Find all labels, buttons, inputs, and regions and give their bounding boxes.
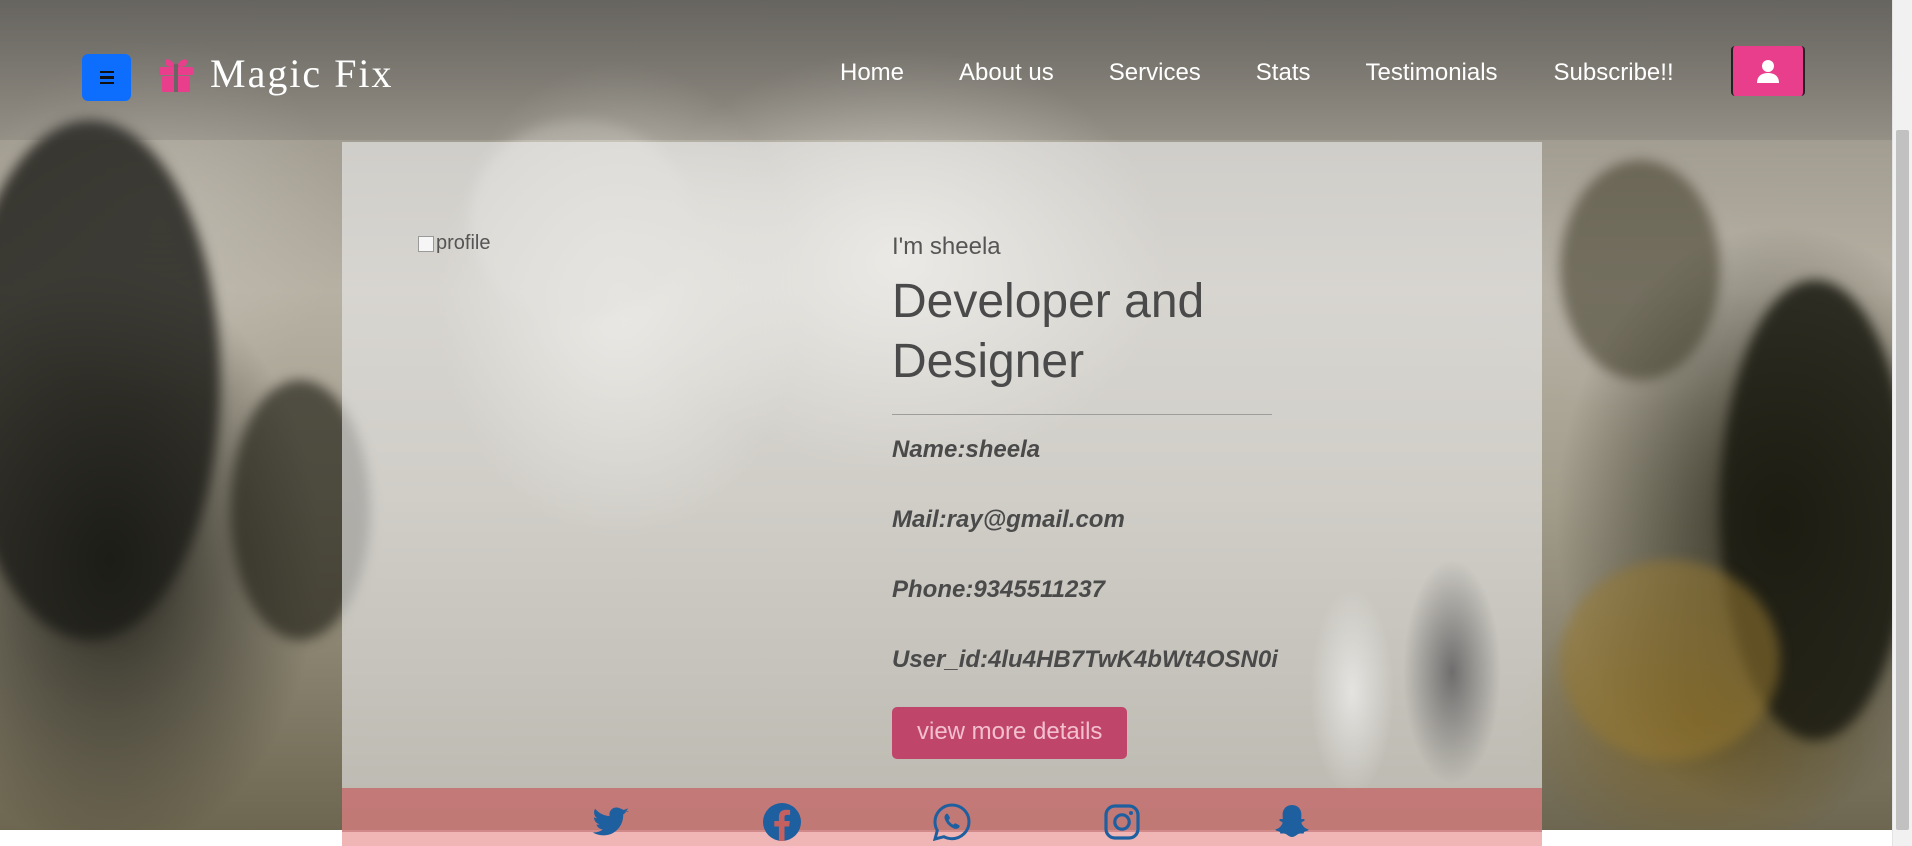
instagram-icon[interactable] (1102, 802, 1142, 842)
main-nav: Home About us Services Stats Testimonial… (840, 56, 1674, 90)
gift-icon (159, 58, 193, 92)
divider (892, 414, 1272, 415)
user-account-button[interactable] (1731, 46, 1805, 96)
nav-about-us[interactable]: About us (959, 56, 1054, 90)
hamburger-icon (99, 70, 114, 85)
broken-image-icon (418, 235, 434, 252)
profile-name: Name:sheela (892, 436, 1041, 463)
brand-name: Magic Fix (210, 51, 394, 96)
page-scrollbar[interactable] (1892, 0, 1912, 846)
nav-testimonials[interactable]: Testimonials (1366, 56, 1498, 90)
greeting: I'm sheela (892, 233, 1001, 260)
facebook-icon[interactable] (762, 802, 802, 842)
profile-user-id: User_id:4lu4HB7TwK4bWt4OSN0i (892, 646, 1278, 673)
profile-mail: Mail:ray@gmail.com (892, 506, 1125, 533)
whatsapp-icon[interactable] (932, 802, 972, 842)
snapchat-icon[interactable] (1272, 802, 1312, 842)
twitter-icon[interactable] (592, 802, 632, 842)
scrollbar-thumb[interactable] (1896, 130, 1909, 830)
profile-title: Developer and Designer (892, 275, 1205, 388)
nav-stats[interactable]: Stats (1256, 56, 1311, 90)
profile-phone: Phone:9345511237 (892, 576, 1106, 603)
user-icon (1757, 60, 1779, 83)
nav-subscribe[interactable]: Subscribe!! (1554, 56, 1674, 90)
nav-home[interactable]: Home (840, 56, 904, 90)
social-bar (342, 788, 1542, 846)
brand[interactable]: Magic Fix (156, 50, 394, 97)
profile-card: profile I'm sheela Developer and Designe… (342, 142, 1542, 846)
profile-image: profile (418, 232, 490, 255)
profile-image-alt: profile (436, 232, 491, 254)
nav-services[interactable]: Services (1109, 56, 1201, 90)
view-more-details-button[interactable]: view more details (892, 707, 1128, 759)
profile-info: I'm sheela Developer and Designer Name:s… (892, 230, 1392, 759)
menu-toggle-button[interactable] (82, 54, 131, 101)
